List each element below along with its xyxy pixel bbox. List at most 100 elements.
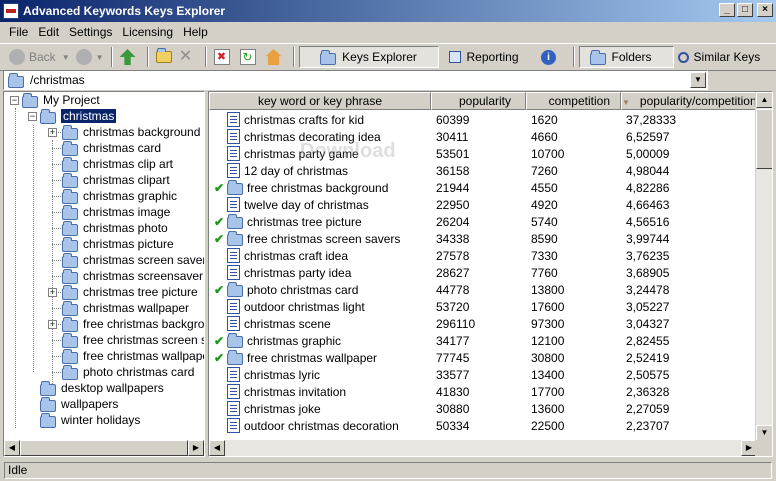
tab-keys-explorer[interactable]: Keys Explorer xyxy=(298,46,439,68)
popularity-cell: 77745 xyxy=(436,350,470,365)
ratio-cell: 3,76235 xyxy=(626,248,670,263)
tree-node-christmas[interactable]: christmas xyxy=(40,108,117,124)
scroll-right-button[interactable]: ▶ xyxy=(188,440,204,456)
competition-cell: 30800 xyxy=(531,350,565,365)
tab-similar-keys[interactable]: Similar Keys xyxy=(674,46,774,68)
tree-node-my-project[interactable]: My Project xyxy=(22,92,100,108)
table-row[interactable]: christmas joke 30880 13600 2,27059 xyxy=(209,400,741,417)
tree-horizontal-scrollbar[interactable]: ◀ ▶ xyxy=(4,440,204,456)
column-keyword[interactable]: key word or key phrase xyxy=(209,92,431,110)
ratio-cell: 2,52419 xyxy=(626,350,670,365)
remove-button[interactable]: ✖ xyxy=(211,46,237,68)
table-row[interactable]: twelve day of christmas 22950 4920 4,66463 xyxy=(209,196,741,213)
menu-file[interactable]: File xyxy=(4,25,33,39)
tree-node-child[interactable]: photo christmas card xyxy=(62,364,194,380)
folder-icon xyxy=(62,300,78,316)
tree-node-child[interactable]: christmas image xyxy=(62,204,170,220)
tree-node-sibling[interactable]: wallpapers xyxy=(40,396,118,412)
tab-reporting[interactable]: Reporting xyxy=(439,46,529,68)
tree-node-label: free christmas wallpaper xyxy=(83,349,205,363)
table-row[interactable]: christmas decorating idea 30411 4660 6,5259… xyxy=(209,128,741,145)
folder-icon xyxy=(40,108,56,124)
table-row[interactable]: ✔ free christmas screen savers 34338 8590 3,… xyxy=(209,230,741,247)
table-row[interactable]: ✔ free christmas wallpaper 77745 30800 2,524… xyxy=(209,349,741,366)
up-level-button[interactable] xyxy=(117,46,143,68)
table-row[interactable]: christmas craft idea 27578 7330 3,76235 xyxy=(209,247,741,264)
tree-node-child[interactable]: christmas card xyxy=(62,140,161,156)
window-title: Advanced Keywords Keys Explorer xyxy=(23,4,226,18)
tree-node-child[interactable]: free christmas wallpaper xyxy=(62,348,205,364)
tab-folders[interactable]: Folders xyxy=(578,46,674,68)
info-button[interactable]: i xyxy=(529,46,569,68)
tree-node-label: christmas screen savers xyxy=(83,253,205,267)
scroll-up-button[interactable]: ▲ xyxy=(756,92,772,108)
tree-node-child[interactable]: christmas screen savers xyxy=(62,252,205,268)
tree-node-label: christmas image xyxy=(83,205,171,219)
column-ratio[interactable]: ▼ popularity/competition xyxy=(621,92,761,110)
grid-vertical-scrollbar[interactable]: ▲ ▼ xyxy=(755,92,772,441)
collapse-christmas-toggle[interactable]: − xyxy=(28,112,37,121)
refresh-button[interactable]: ↻ xyxy=(237,46,263,68)
tree-node-child[interactable]: christmas graphic xyxy=(62,188,177,204)
table-row[interactable]: christmas party idea 28627 7760 3,68905 xyxy=(209,264,741,281)
tree-node-child[interactable]: christmas clipart xyxy=(62,172,170,188)
grid-scroll-left-button[interactable]: ◀ xyxy=(209,440,225,456)
tree-node-child[interactable]: christmas tree picture xyxy=(62,284,198,300)
grid-horizontal-scrollbar[interactable]: ◀ ▶ xyxy=(209,440,757,456)
menu-settings[interactable]: Settings xyxy=(64,25,117,39)
table-row[interactable]: outdoor christmas light 53720 17600 3,05227 xyxy=(209,298,741,315)
scroll-down-button[interactable]: ▼ xyxy=(756,425,772,441)
table-row[interactable]: christmas invitation 41830 17700 2,36328 xyxy=(209,383,741,400)
keyword-cell: christmas lyric xyxy=(244,367,321,382)
tree-node-sibling[interactable]: winter holidays xyxy=(40,412,140,428)
tree-node-child[interactable]: christmas wallpaper xyxy=(62,300,189,316)
ratio-cell: 4,82286 xyxy=(626,180,670,195)
tree-node-sibling[interactable]: desktop wallpapers xyxy=(40,380,164,396)
expand-toggle[interactable]: + xyxy=(48,320,57,329)
table-row[interactable]: christmas scene 296110 97300 3,04327 xyxy=(209,315,741,332)
new-folder-button[interactable] xyxy=(153,46,175,68)
ratio-cell: 2,82455 xyxy=(626,333,670,348)
menu-edit[interactable]: Edit xyxy=(33,25,64,39)
scroll-left-button[interactable]: ◀ xyxy=(4,440,20,456)
tree-node-child[interactable]: christmas picture xyxy=(62,236,174,252)
tree-node-child[interactable]: free christmas backgroun xyxy=(62,316,204,332)
maximize-button[interactable]: □ xyxy=(737,3,753,17)
table-row[interactable]: ✔ photo christmas card 44778 13800 3,24478 xyxy=(209,281,741,298)
tree-node-child[interactable]: christmas background xyxy=(62,124,200,140)
table-row[interactable]: christmas crafts for kid 60399 1620 37,2833… xyxy=(209,111,741,128)
forward-button[interactable]: ▼ xyxy=(73,46,107,68)
table-row[interactable]: christmas lyric 33577 13400 2,50575 xyxy=(209,366,741,383)
popularity-cell: 34338 xyxy=(436,231,470,246)
tree-node-child[interactable]: christmas screensaver xyxy=(62,268,203,284)
sort-arrow-icon: ▼ xyxy=(622,98,630,107)
path-dropdown-button[interactable]: ▼ xyxy=(690,72,706,88)
tree-node-child[interactable]: christmas clip art xyxy=(62,156,173,172)
column-competition[interactable]: competition xyxy=(526,92,621,110)
home-button[interactable] xyxy=(263,46,289,68)
path-combobox[interactable]: /christmas ▼ xyxy=(3,70,708,90)
expand-toggle[interactable]: + xyxy=(48,288,57,297)
table-row[interactable]: ✔ christmas tree picture 26204 5740 4,56516 xyxy=(209,213,741,230)
table-row[interactable]: ✔ christmas graphic 34177 12100 2,82455 xyxy=(209,332,741,349)
minimize-button[interactable]: _ xyxy=(719,3,735,17)
popularity-cell: 30880 xyxy=(436,401,470,416)
expand-toggle[interactable]: + xyxy=(48,128,57,137)
back-button[interactable]: Back ▼ xyxy=(6,46,73,68)
close-button[interactable]: × xyxy=(757,3,773,17)
scroll-thumb[interactable] xyxy=(756,109,772,169)
table-row[interactable]: christmas party game 53501 10700 5,00009 xyxy=(209,145,741,162)
tree-node-child[interactable]: free christmas screen sav xyxy=(62,332,204,348)
tree-node-child[interactable]: christmas photo xyxy=(62,220,168,236)
menu-help[interactable]: Help xyxy=(178,25,213,39)
menu-licensing[interactable]: Licensing xyxy=(117,25,178,39)
column-popularity[interactable]: popularity xyxy=(431,92,526,110)
delete-button[interactable]: ✕ xyxy=(175,46,201,68)
table-row[interactable]: outdoor christmas decoration 50334 22500 2,… xyxy=(209,417,741,434)
folder-icon xyxy=(40,412,56,428)
table-row[interactable]: ✔ free christmas background 21944 4550 4,822… xyxy=(209,179,741,196)
collapse-root-toggle[interactable]: − xyxy=(10,96,19,105)
table-row[interactable]: 12 day of christmas 36158 7260 4,98044 xyxy=(209,162,741,179)
tree-node-label: My Project xyxy=(43,93,100,107)
keyword-cell: twelve day of christmas xyxy=(244,197,369,212)
